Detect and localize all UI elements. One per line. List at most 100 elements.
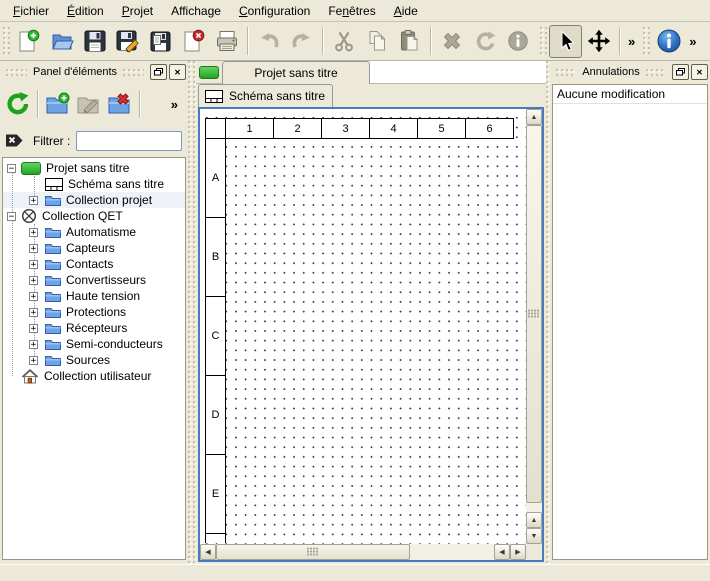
tree-item-schema-sans-titre[interactable]: Schéma sans titre: [3, 176, 185, 192]
rotate-icon: [473, 29, 497, 53]
elements-tree: − Projet sans titre Schéma sans titre + …: [2, 157, 186, 560]
select-mode-button[interactable]: [549, 25, 582, 58]
tab-schema-sans-titre[interactable]: Schéma sans titre: [198, 84, 333, 107]
expand-expander-icon[interactable]: +: [29, 244, 38, 253]
copy-button[interactable]: [360, 25, 393, 58]
save-as-button[interactable]: [111, 25, 144, 58]
undo-button[interactable]: [252, 25, 285, 58]
scroll-left-button[interactable]: ◀: [494, 544, 510, 560]
print-button[interactable]: [210, 25, 243, 58]
expand-expander-icon[interactable]: +: [29, 196, 38, 205]
tree-item-protections[interactable]: + Protections: [3, 304, 185, 320]
delete-button[interactable]: [435, 25, 468, 58]
close-document-button[interactable]: [177, 25, 210, 58]
expand-expander-icon[interactable]: +: [29, 276, 38, 285]
tree-guide: [12, 168, 13, 376]
close-panel-button[interactable]: ✕: [169, 64, 186, 80]
mdi-area: Projet sans titre Schéma sans titre 1 2 …: [196, 61, 546, 564]
float-panel-button[interactable]: [672, 64, 689, 80]
clear-filter-icon[interactable]: [4, 132, 26, 151]
save-as-icon: [116, 29, 140, 53]
save-all-button[interactable]: [144, 25, 177, 58]
diagram-sheet: 1 2 3 4 5 6 A B C D E: [205, 118, 514, 543]
menu-aide[interactable]: Aide: [385, 1, 427, 21]
annulations-titlebar[interactable]: Annulations ✕: [552, 64, 708, 80]
elements-panel-title: Panel d'éléments: [31, 66, 119, 78]
project-icon: [21, 162, 41, 175]
expand-expander-icon[interactable]: +: [29, 324, 38, 333]
collapse-expander-icon[interactable]: −: [7, 212, 16, 221]
scroll-right-button[interactable]: ▶: [510, 544, 526, 560]
toolbar-drag-handle[interactable]: [540, 27, 547, 55]
tree-item-capteurs[interactable]: + Capteurs: [3, 240, 185, 256]
filter-input[interactable]: [76, 131, 182, 151]
expand-expander-icon[interactable]: +: [29, 340, 38, 349]
diagram-canvas[interactable]: 1 2 3 4 5 6 A B C D E: [200, 109, 526, 544]
tree-item-recepteurs[interactable]: + Récepteurs: [3, 320, 185, 336]
horizontal-scrollbar[interactable]: ◀ ◀ ▶: [200, 544, 526, 560]
edit-category-button[interactable]: [73, 88, 104, 120]
move-mode-button[interactable]: [582, 25, 615, 58]
vertical-scrollbar[interactable]: ▲ ▲ ▼: [526, 109, 542, 544]
menu-fichier[interactable]: Fichier: [4, 1, 58, 21]
toolbar-drag-handle[interactable]: [643, 27, 650, 55]
elements-panel-titlebar[interactable]: Panel d'éléments ✕: [2, 64, 186, 80]
toolbar-overflow-button[interactable]: »: [685, 34, 700, 49]
horizontal-scroll-thumb[interactable]: [216, 544, 410, 560]
diagram-viewport[interactable]: 1 2 3 4 5 6 A B C D E ▲: [198, 107, 544, 562]
menu-edition[interactable]: Édition: [58, 1, 113, 21]
annulations-panel: Annulations ✕ Aucune modification: [550, 61, 710, 564]
scroll-down-button[interactable]: ▼: [526, 528, 542, 544]
expand-expander-icon[interactable]: +: [29, 308, 38, 317]
scroll-left-button[interactable]: ◀: [200, 544, 216, 560]
toolbar-drag-handle[interactable]: [3, 27, 10, 55]
cursor-arrow-icon: [554, 29, 578, 53]
row-header: A: [205, 138, 226, 218]
tree-item-collection-utilisateur[interactable]: Collection utilisateur: [3, 368, 185, 384]
undo-history-list[interactable]: Aucune modification: [552, 84, 708, 560]
cut-button[interactable]: [327, 25, 360, 58]
scrollbar-corner: [526, 544, 542, 560]
expand-expander-icon[interactable]: +: [29, 356, 38, 365]
tree-item-sources[interactable]: + Sources: [3, 352, 185, 368]
undo-history-empty-item[interactable]: Aucune modification: [553, 85, 707, 104]
expand-expander-icon[interactable]: +: [29, 228, 38, 237]
tree-item-convertisseurs[interactable]: + Convertisseurs: [3, 272, 185, 288]
about-info-button[interactable]: [652, 25, 685, 58]
vertical-scroll-thumb[interactable]: [526, 125, 542, 503]
new-category-button[interactable]: [42, 88, 73, 120]
paste-button[interactable]: [393, 25, 426, 58]
tree-item-collection-projet[interactable]: + Collection projet: [3, 192, 185, 208]
rotate-button[interactable]: [468, 25, 501, 58]
toolbar-overflow-button[interactable]: »: [624, 34, 639, 49]
menu-projet[interactable]: Projet: [113, 1, 162, 21]
reload-collections-button[interactable]: [2, 88, 33, 120]
open-document-button[interactable]: [45, 25, 78, 58]
up-arrow-icon: ▲: [531, 517, 538, 524]
close-panel-button[interactable]: ✕: [691, 64, 708, 80]
float-panel-button[interactable]: [150, 64, 167, 80]
new-document-button[interactable]: [12, 25, 45, 58]
save-button[interactable]: [78, 25, 111, 58]
left-splitter-handle[interactable]: [188, 61, 196, 564]
menu-affichage[interactable]: Affichage: [162, 1, 230, 21]
menu-configuration[interactable]: Configuration: [230, 1, 319, 21]
folder-icon: [45, 354, 61, 366]
redo-button[interactable]: [285, 25, 318, 58]
expand-expander-icon[interactable]: +: [29, 292, 38, 301]
menu-fenetres[interactable]: Fenêtres: [319, 1, 384, 21]
tree-item-projet-sans-titre[interactable]: − Projet sans titre: [3, 160, 185, 176]
panel-toolbar-overflow-button[interactable]: »: [167, 97, 182, 112]
tree-item-contacts[interactable]: + Contacts: [3, 256, 185, 272]
delete-category-button[interactable]: [104, 88, 135, 120]
tree-item-automatisme[interactable]: + Automatisme: [3, 224, 185, 240]
tree-item-semi-conducteurs[interactable]: + Semi-conducteurs: [3, 336, 185, 352]
scroll-up-button[interactable]: ▲: [526, 109, 542, 125]
tree-item-haute-tension[interactable]: + Haute tension: [3, 288, 185, 304]
element-info-button[interactable]: [501, 25, 534, 58]
tab-projet-sans-titre[interactable]: Projet sans titre: [222, 61, 370, 84]
scroll-up-button[interactable]: ▲: [526, 512, 542, 528]
collapse-expander-icon[interactable]: −: [7, 164, 16, 173]
expand-expander-icon[interactable]: +: [29, 260, 38, 269]
tree-item-collection-qet[interactable]: − Collection QET: [3, 208, 185, 224]
